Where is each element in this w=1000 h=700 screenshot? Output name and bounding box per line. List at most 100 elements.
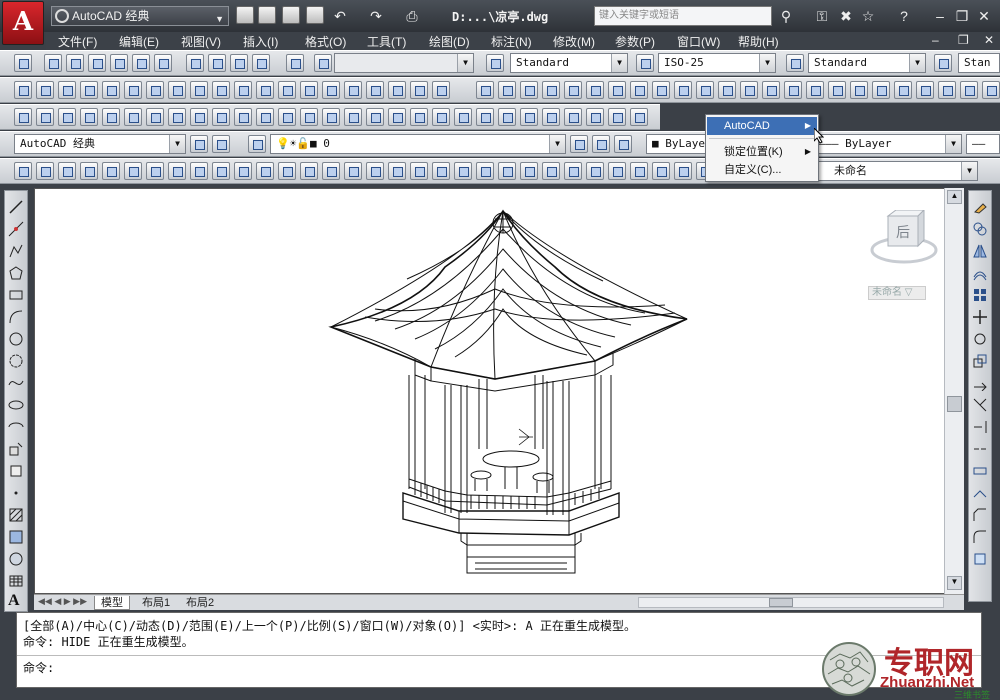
application-menu-button[interactable]: A — [2, 1, 44, 45]
toolbar-button-icon[interactable] — [234, 162, 252, 180]
named-view-combo[interactable]: 未命名 ▼ — [814, 161, 978, 181]
workspace-combo-2[interactable]: AutoCAD 经典 ▼ — [14, 134, 186, 154]
new-icon[interactable] — [236, 6, 254, 24]
toolbar-button-icon[interactable] — [388, 81, 406, 99]
toolbar-button-icon[interactable] — [432, 81, 450, 99]
toolbar-button-icon[interactable] — [36, 108, 54, 126]
save-icon[interactable] — [282, 6, 300, 24]
dim-style-combo[interactable]: ISO-25 ▼ — [658, 53, 776, 73]
toolbar-button-icon[interactable] — [344, 81, 362, 99]
toolbar-button-icon[interactable] — [630, 108, 648, 126]
toolbar-button-icon[interactable] — [300, 108, 318, 126]
toolbar-button-icon[interactable] — [322, 81, 340, 99]
toolbar-button-icon[interactable] — [14, 108, 32, 126]
toolbar-button-icon[interactable] — [256, 81, 274, 99]
layer-previous-icon[interactable] — [592, 135, 610, 153]
scale-icon[interactable] — [972, 353, 988, 369]
mirror-icon[interactable] — [972, 243, 988, 259]
search-input[interactable]: 键入关键字或短语 — [594, 6, 772, 26]
mleader-style-icon[interactable] — [934, 54, 952, 72]
toolbar-button-icon[interactable] — [454, 162, 472, 180]
toolbar-button-icon[interactable] — [586, 108, 604, 126]
circle-icon[interactable] — [8, 331, 24, 347]
toolbar-button-icon[interactable] — [102, 108, 120, 126]
toolbar-button-icon[interactable] — [344, 162, 362, 180]
toolbar-button-icon[interactable] — [410, 162, 428, 180]
toolbar-button-icon[interactable] — [300, 81, 318, 99]
polygon-icon[interactable] — [8, 265, 24, 281]
toolbar-button-icon[interactable] — [916, 81, 934, 99]
toolbar-button-icon[interactable] — [124, 162, 142, 180]
doc-restore-icon[interactable]: ❐ — [958, 33, 969, 47]
explode-icon[interactable] — [972, 551, 988, 567]
offset-icon[interactable] — [972, 265, 988, 281]
close-icon[interactable]: ✕ — [974, 6, 994, 26]
loft-icon[interactable] — [252, 54, 270, 72]
help-icon[interactable]: ? — [894, 6, 914, 26]
menu-window[interactable]: 窗口(W) — [677, 33, 720, 50]
erase-icon[interactable] — [972, 199, 988, 215]
menu-file[interactable]: 文件(F) — [58, 33, 97, 50]
toolbar-button-icon[interactable] — [36, 81, 54, 99]
sphere-icon[interactable] — [110, 54, 128, 72]
doc-minimize-icon[interactable]: – — [932, 33, 939, 47]
toolbar-button-icon[interactable] — [564, 162, 582, 180]
vertical-scrollbar[interactable]: ▲ ▼ — [944, 188, 964, 594]
toolbar-button-icon[interactable] — [322, 162, 340, 180]
toolbar-button-icon[interactable] — [608, 108, 626, 126]
menu-draw[interactable]: 绘图(D) — [429, 33, 470, 50]
workspace-settings-icon[interactable] — [190, 135, 208, 153]
tab-layout2[interactable]: 布局2 — [180, 596, 220, 610]
toolbar-button-icon[interactable] — [498, 162, 516, 180]
save-as-icon[interactable] — [306, 6, 324, 24]
cylinder-icon[interactable] — [132, 54, 150, 72]
toolbar-button-icon[interactable] — [146, 81, 164, 99]
minimize-icon[interactable]: – — [930, 6, 950, 26]
wedge-icon[interactable] — [66, 54, 84, 72]
toolbar-button-icon[interactable] — [586, 81, 604, 99]
text-style-combo[interactable]: Standard ▼ — [510, 53, 628, 73]
toolbar-button-icon[interactable] — [58, 108, 76, 126]
ellipse-icon[interactable] — [8, 397, 24, 413]
toolbar-button-icon[interactable] — [674, 162, 692, 180]
menu-tools[interactable]: 工具(T) — [367, 33, 406, 50]
rotate-icon[interactable] — [972, 331, 988, 347]
toolbar-button-icon[interactable] — [762, 81, 780, 99]
layer-state-icon[interactable] — [614, 135, 632, 153]
toolbar-button-icon[interactable] — [256, 108, 274, 126]
toolbar-button-icon[interactable] — [608, 162, 626, 180]
toolbar-button-icon[interactable] — [190, 162, 208, 180]
array-icon[interactable] — [972, 287, 988, 303]
toolbar-button-icon[interactable] — [608, 81, 626, 99]
toolbar-button-icon[interactable] — [124, 81, 142, 99]
toolbar-button-icon[interactable] — [344, 108, 362, 126]
doc-close-icon[interactable]: ✕ — [984, 33, 994, 47]
toolbar-button-icon[interactable] — [410, 81, 428, 99]
ellipse-arc-icon[interactable] — [8, 419, 24, 435]
toolbar-button-icon[interactable] — [168, 81, 186, 99]
toolbar-button-icon[interactable] — [476, 162, 494, 180]
revision-cloud-icon[interactable] — [8, 353, 24, 369]
linetype-combo[interactable]: ———— ByLayer ▼ — [806, 134, 962, 154]
toolbar-button-icon[interactable] — [432, 162, 450, 180]
menu-item-lock-position[interactable]: 锁定位置(K) ▶ — [707, 143, 817, 161]
viewcube[interactable]: 后 — [870, 208, 940, 272]
toolbar-button-icon[interactable] — [36, 162, 54, 180]
fillet-icon[interactable] — [972, 529, 988, 545]
menu-item-customize[interactable]: 自定义(C)... — [707, 161, 817, 179]
menu-edit[interactable]: 编辑(E) — [119, 33, 159, 50]
toolbar-button-icon[interactable] — [982, 81, 1000, 99]
rectangle-icon[interactable] — [8, 287, 24, 303]
helix-icon[interactable] — [314, 54, 332, 72]
toolbar-button-icon[interactable] — [58, 162, 76, 180]
redo-icon[interactable]: ↷ — [366, 6, 386, 26]
toolbar-button-icon[interactable] — [498, 108, 516, 126]
toolbar-button-icon[interactable] — [542, 162, 560, 180]
toolbar-button-icon[interactable] — [234, 81, 252, 99]
toolbar-button-icon[interactable] — [80, 108, 98, 126]
copy-icon[interactable] — [972, 221, 988, 237]
toolbar-button-icon[interactable] — [278, 81, 296, 99]
horizontal-scrollbar[interactable] — [638, 597, 944, 608]
table-style-icon[interactable] — [786, 54, 804, 72]
toolbar-button-icon[interactable] — [630, 162, 648, 180]
